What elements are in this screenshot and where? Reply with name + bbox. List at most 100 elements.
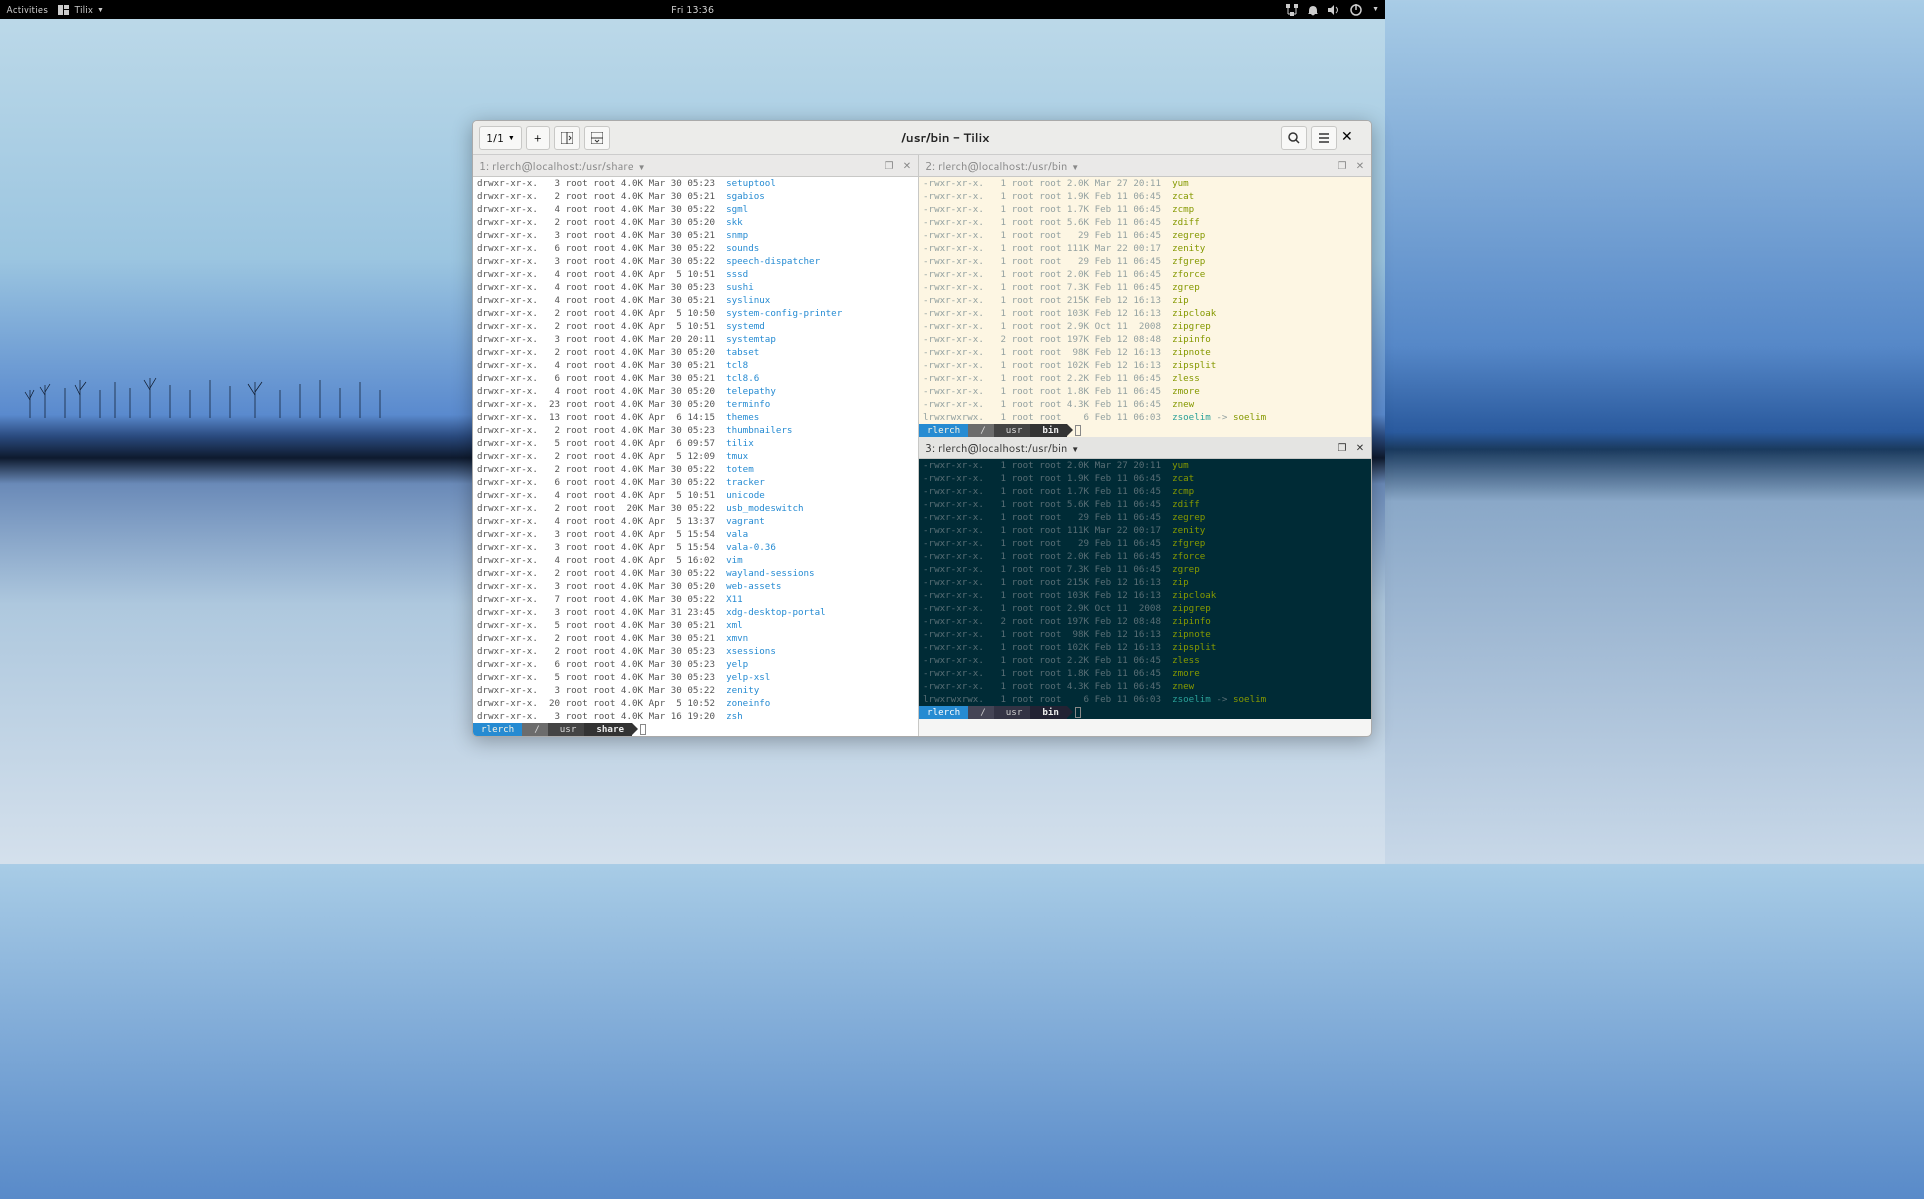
pane2-maximize[interactable]: ❐ — [1333, 157, 1351, 175]
ls-row: -rwxr-xr-x. 1 root root 29 Feb 11 06:45 … — [919, 255, 1371, 268]
ls-row: -rwxr-xr-x. 1 root root 29 Feb 11 06:45 … — [919, 229, 1371, 242]
ls-row: drwxr-xr-x. 4 root root 4.0K Mar 30 05:2… — [473, 203, 918, 216]
ls-row: -rwxr-xr-x. 1 root root 7.3K Feb 11 06:4… — [919, 281, 1371, 294]
ls-row: -rwxr-xr-x. 2 root root 197K Feb 12 08:4… — [919, 333, 1371, 346]
ls-row: -rwxr-xr-x. 1 root root 2.0K Mar 27 20:1… — [919, 177, 1371, 190]
ls-row: -rwxr-xr-x. 1 root root 98K Feb 12 16:13… — [919, 346, 1371, 359]
ls-row: drwxr-xr-x. 3 root root 4.0K Mar 30 05:2… — [473, 255, 918, 268]
pane1-maximize[interactable]: ❐ — [880, 157, 898, 175]
ls-row: -rwxr-xr-x. 1 root root 2.9K Oct 11 2008… — [919, 320, 1371, 333]
ls-row: drwxr-xr-x. 3 root root 4.0K Mar 30 05:2… — [473, 229, 918, 242]
ls-row: drwxr-xr-x. 4 root root 4.0K Apr 5 13:37… — [473, 515, 918, 528]
power-icon — [1350, 4, 1362, 16]
ls-row: drwxr-xr-x. 2 root root 20K Mar 30 05:22… — [473, 502, 918, 515]
pane2-header[interactable]: 2: rlerch@localhost:/usr/bin▼ ❐ ✕ — [919, 155, 1371, 177]
ls-row: drwxr-xr-x. 3 root root 4.0K Mar 30 05:2… — [473, 580, 918, 593]
ls-row: drwxr-xr-x. 23 root root 4.0K Mar 30 05:… — [473, 398, 918, 411]
ls-row: drwxr-xr-x. 2 root root 4.0K Apr 5 12:09… — [473, 450, 918, 463]
search-button[interactable] — [1281, 126, 1307, 150]
ls-row: -rwxr-xr-x. 1 root root 98K Feb 12 16:13… — [919, 628, 1371, 641]
ls-row: drwxr-xr-x. 6 root root 4.0K Mar 30 05:2… — [473, 476, 918, 489]
ls-row: -rwxr-xr-x. 1 root root 1.9K Feb 11 06:4… — [919, 190, 1371, 203]
pane3-header[interactable]: 3: rlerch@localhost:/usr/bin▼ ❐ ✕ — [919, 437, 1371, 459]
ls-row: drwxr-xr-x. 5 root root 4.0K Apr 6 09:57… — [473, 437, 918, 450]
ls-row: lrwxrwxrwx. 1 root root 6 Feb 11 06:03 z… — [919, 693, 1371, 706]
ls-row: -rwxr-xr-x. 1 root root 2.0K Mar 27 20:1… — [919, 459, 1371, 472]
new-session-button[interactable]: + — [526, 126, 550, 150]
ls-row: -rwxr-xr-x. 1 root root 215K Feb 12 16:1… — [919, 294, 1371, 307]
terminal-3[interactable]: -rwxr-xr-x. 1 root root 2.0K Mar 27 20:1… — [919, 459, 1371, 719]
ls-row: drwxr-xr-x. 2 root root 4.0K Apr 5 10:51… — [473, 320, 918, 333]
hamburger-menu[interactable] — [1311, 126, 1337, 150]
split-down-button[interactable] — [584, 126, 610, 150]
ls-row: drwxr-xr-x. 4 root root 4.0K Apr 5 16:02… — [473, 554, 918, 567]
clock[interactable]: Fri 13:36 — [671, 3, 714, 17]
pane1-close[interactable]: ✕ — [898, 157, 916, 175]
ls-row: -rwxr-xr-x. 1 root root 7.3K Feb 11 06:4… — [919, 563, 1371, 576]
tilix-app-icon — [58, 5, 70, 15]
system-menu-arrow: ▼ — [1372, 4, 1379, 16]
titlebar: 1/1 ▼ + /usr/bin - Tilix ✕ — [473, 121, 1371, 155]
activities-button[interactable]: Activities — [6, 3, 48, 17]
ls-row: drwxr-xr-x. 5 root root 4.0K Mar 30 05:2… — [473, 671, 918, 684]
ls-row: drwxr-xr-x. 3 root root 4.0K Mar 16 19:2… — [473, 710, 918, 723]
pane3-close[interactable]: ✕ — [1351, 439, 1369, 457]
ls-row: drwxr-xr-x. 3 root root 4.0K Apr 5 15:54… — [473, 528, 918, 541]
ls-row: drwxr-xr-x. 2 root root 4.0K Mar 30 05:2… — [473, 632, 918, 645]
ls-row: -rwxr-xr-x. 1 root root 103K Feb 12 16:1… — [919, 307, 1371, 320]
prompt[interactable]: rlerch/usrbin — [919, 706, 1371, 719]
ls-row: drwxr-xr-x. 2 root root 4.0K Apr 5 10:50… — [473, 307, 918, 320]
gnome-topbar: Activities Tilix ▼ Fri 13:36 ▼ — [0, 0, 1385, 19]
ls-row: -rwxr-xr-x. 1 root root 1.8K Feb 11 06:4… — [919, 667, 1371, 680]
ls-row: drwxr-xr-x. 4 root root 4.0K Mar 30 05:2… — [473, 359, 918, 372]
system-tray[interactable]: ▼ — [1286, 4, 1379, 16]
ls-row: -rwxr-xr-x. 1 root root 2.9K Oct 11 2008… — [919, 602, 1371, 615]
prompt[interactable]: rlerch/usrbin — [919, 424, 1371, 437]
ls-row: -rwxr-xr-x. 1 root root 102K Feb 12 16:1… — [919, 359, 1371, 372]
ls-row: -rwxr-xr-x. 1 root root 1.9K Feb 11 06:4… — [919, 472, 1371, 485]
tilix-window: 1/1 ▼ + /usr/bin - Tilix ✕ 1: rlerch@loc… — [472, 120, 1372, 737]
wallpaper-trees — [20, 370, 420, 420]
ls-row: drwxr-xr-x. 3 root root 4.0K Mar 20 20:1… — [473, 333, 918, 346]
pane3-maximize[interactable]: ❐ — [1333, 439, 1351, 457]
ls-row: -rwxr-xr-x. 1 root root 2.2K Feb 11 06:4… — [919, 654, 1371, 667]
ls-row: -rwxr-xr-x. 1 root root 1.7K Feb 11 06:4… — [919, 485, 1371, 498]
ls-row: drwxr-xr-x. 2 root root 4.0K Mar 30 05:2… — [473, 216, 918, 229]
ls-row: drwxr-xr-x. 3 root root 4.0K Mar 30 05:2… — [473, 177, 918, 190]
ls-row: -rwxr-xr-x. 1 root root 1.8K Feb 11 06:4… — [919, 385, 1371, 398]
ls-row: drwxr-xr-x. 13 root root 4.0K Apr 6 14:1… — [473, 411, 918, 424]
split-right-button[interactable] — [554, 126, 580, 150]
pane2-close[interactable]: ✕ — [1351, 157, 1369, 175]
window-close-button[interactable]: ✕ — [1341, 126, 1365, 150]
app-menu[interactable]: Tilix ▼ — [58, 3, 104, 17]
ls-row: drwxr-xr-x. 3 root root 4.0K Mar 30 05:2… — [473, 684, 918, 697]
network-icon — [1286, 4, 1298, 16]
terminal-2[interactable]: -rwxr-xr-x. 1 root root 2.0K Mar 27 20:1… — [919, 177, 1371, 437]
ls-row: drwxr-xr-x. 4 root root 4.0K Apr 5 10:51… — [473, 489, 918, 502]
ls-row: -rwxr-xr-x. 1 root root 215K Feb 12 16:1… — [919, 576, 1371, 589]
ls-row: drwxr-xr-x. 2 root root 4.0K Mar 30 05:2… — [473, 190, 918, 203]
ls-row: drwxr-xr-x. 6 root root 4.0K Mar 30 05:2… — [473, 658, 918, 671]
terminal-1[interactable]: drwxr-xr-x. 3 root root 4.0K Mar 30 05:2… — [473, 177, 918, 736]
pane1-header[interactable]: 1: rlerch@localhost:/usr/share▼ ❐ ✕ — [473, 155, 918, 177]
ls-row: -rwxr-xr-x. 1 root root 102K Feb 12 16:1… — [919, 641, 1371, 654]
ls-row: drwxr-xr-x. 7 root root 4.0K Mar 30 05:2… — [473, 593, 918, 606]
ls-row: drwxr-xr-x. 5 root root 4.0K Mar 30 05:2… — [473, 619, 918, 632]
notifications-icon — [1308, 4, 1318, 16]
ls-row: drwxr-xr-x. 3 root root 4.0K Apr 5 15:54… — [473, 541, 918, 554]
prompt[interactable]: rlerch/usrshare — [473, 723, 918, 736]
volume-icon — [1328, 4, 1340, 16]
ls-row: drwxr-xr-x. 4 root root 4.0K Mar 30 05:2… — [473, 281, 918, 294]
ls-row: drwxr-xr-x. 2 root root 4.0K Mar 30 05:2… — [473, 567, 918, 580]
ls-row: -rwxr-xr-x. 1 root root 2.2K Feb 11 06:4… — [919, 372, 1371, 385]
ls-row: -rwxr-xr-x. 1 root root 103K Feb 12 16:1… — [919, 589, 1371, 602]
ls-row: -rwxr-xr-x. 1 root root 1.7K Feb 11 06:4… — [919, 203, 1371, 216]
ls-row: -rwxr-xr-x. 1 root root 5.6K Feb 11 06:4… — [919, 498, 1371, 511]
session-switcher[interactable]: 1/1 ▼ — [479, 126, 522, 150]
window-title: /usr/bin - Tilix — [610, 129, 1281, 146]
ls-row: drwxr-xr-x. 4 root root 4.0K Apr 5 10:51… — [473, 268, 918, 281]
ls-row: drwxr-xr-x. 2 root root 4.0K Mar 30 05:2… — [473, 463, 918, 476]
ls-row: -rwxr-xr-x. 2 root root 197K Feb 12 08:4… — [919, 615, 1371, 628]
ls-row: -rwxr-xr-x. 1 root root 5.6K Feb 11 06:4… — [919, 216, 1371, 229]
ls-row: -rwxr-xr-x. 1 root root 29 Feb 11 06:45 … — [919, 511, 1371, 524]
